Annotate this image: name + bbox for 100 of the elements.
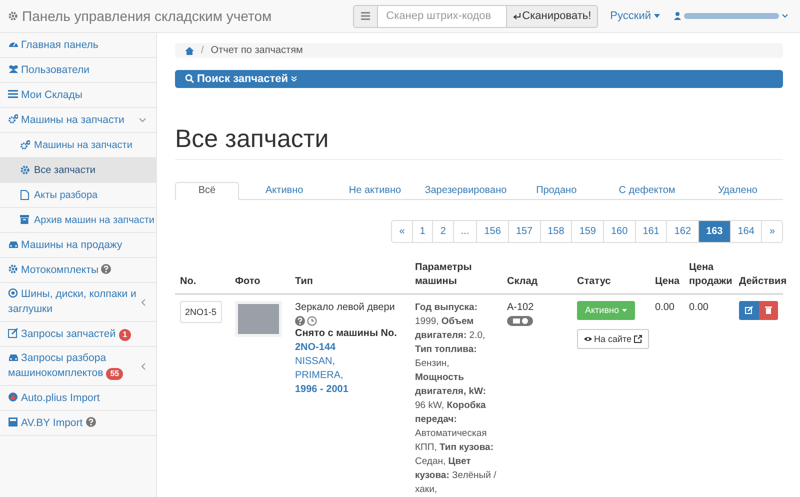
page-link[interactable]: » (761, 220, 783, 243)
edit-icon (744, 306, 753, 314)
status-dropdown[interactable]: Активно (577, 300, 635, 320)
external-link-icon (634, 334, 642, 343)
car-parameters: Год выпуска: 1999, Объем двигателя: 2.0, Тип топлива: Бензин, Мощность двигателя, kW: 96 kW, Коробка передач: Автоматическая КПП, Тип кузова: Седан, Цвет кузова: Зелёный / хаки, (415, 300, 497, 497)
delete-button[interactable] (758, 300, 778, 320)
sidebar-item[interactable]: Запросы запчастей 1 (0, 322, 156, 347)
breadcrumb-item: Отчет по запчастям (210, 44, 303, 58)
status-tab[interactable]: Зарезервировано (420, 182, 512, 199)
car-years: 1996 - 2001 (295, 382, 350, 397)
sidebar-item[interactable]: Машины на продажу (0, 233, 156, 258)
home-icon (185, 46, 194, 55)
status-tab[interactable]: Всё (175, 182, 239, 200)
status-tab[interactable]: Продано (511, 182, 602, 199)
status-tab[interactable]: Не активно (330, 182, 420, 199)
trash-icon (764, 306, 772, 314)
page-link[interactable]: 158 (540, 220, 572, 243)
page-link[interactable]: 160 (603, 220, 636, 243)
car-make: NISSAN, (295, 354, 336, 369)
caret-icon (622, 308, 627, 312)
status-tab[interactable]: С дефектом (602, 182, 692, 199)
part-number: 2NO1-5 (180, 300, 222, 323)
page-link[interactable]: « (391, 220, 413, 243)
search-icon (185, 74, 194, 84)
on-site-button[interactable]: На сайте (577, 328, 649, 349)
sidebar-item[interactable]: Главная панель (0, 33, 156, 58)
menu-icon (8, 288, 18, 298)
sidebar-subitem[interactable]: Акты разбора (0, 183, 156, 208)
removed-from-label: Снято с машины No. (295, 326, 398, 341)
photo-placeholder (235, 300, 282, 337)
caret-icon (654, 14, 660, 18)
breadcrumb-separator: / (201, 44, 204, 58)
user-icon (674, 12, 681, 20)
menu-icon (20, 190, 30, 200)
page-link[interactable]: 2 (432, 220, 454, 243)
page-link[interactable]: 162 (666, 220, 700, 243)
sidebar-item[interactable]: Auto.plius Import (0, 386, 156, 411)
column-header: Цена (654, 274, 681, 289)
column-header: Параметры машины (414, 260, 473, 289)
double-chevron-icon (291, 76, 298, 82)
enter-icon (513, 12, 522, 20)
language-dropdown[interactable]: Русский (610, 8, 660, 24)
status-tab[interactable]: Удалено (692, 182, 784, 199)
status-tab[interactable]: Активно (239, 182, 330, 199)
column-header: No. (179, 274, 198, 289)
price: 0.00 (655, 300, 676, 315)
page-link[interactable]: 163 (698, 220, 731, 243)
sidebar-item[interactable]: AV.BY Import (0, 411, 156, 436)
page-link[interactable]: 1 (412, 220, 434, 243)
column-header: Склад (506, 274, 539, 289)
search-panel-toggle[interactable]: Поиск запчастей (175, 70, 783, 88)
menu-icon (8, 114, 18, 124)
count-badge: 1 (118, 328, 132, 340)
warehouse-badge-icon (507, 316, 533, 326)
count-badge: 55 (106, 368, 124, 380)
menu-icon (8, 416, 18, 426)
gear-icon (8, 11, 18, 21)
car-number-link[interactable]: 2NO-144 (295, 340, 405, 355)
sidebar-subitem[interactable]: Архив машин на запчасти (0, 208, 156, 233)
menu-icon (8, 64, 18, 74)
warehouse-code: А-102 (507, 300, 535, 315)
sidebar-item[interactable]: Мотокомплекты (0, 258, 156, 283)
column-header: Цена продажи (688, 260, 734, 289)
chevron-down-icon (782, 14, 788, 18)
page-link[interactable]: 156 (476, 220, 509, 243)
menu-icon (8, 88, 18, 98)
column-header: Тип (294, 274, 314, 289)
page-heading: Все запчасти (175, 124, 783, 160)
menu-icon (8, 392, 18, 402)
page-link[interactable]: ... (452, 220, 478, 243)
user-dropdown[interactable] (674, 12, 788, 20)
sidebar-subitem[interactable]: Все запчасти (0, 158, 156, 183)
menu-icon (8, 328, 18, 338)
sidebar-item[interactable]: Пользователи (0, 58, 156, 83)
sidebar-item[interactable]: Машины на запчасти (0, 108, 156, 133)
column-header: Статус (576, 274, 612, 289)
sale-price: 0.00 (689, 300, 710, 315)
list-icon (361, 12, 370, 20)
part-type: Зеркало левой двери (295, 300, 396, 315)
sidebar-item[interactable]: Запросы разбора машинокомплектов 55 (0, 347, 156, 386)
car-model: PRIMERA, (295, 368, 344, 383)
page-link[interactable]: 161 (634, 220, 668, 243)
sidebar-item[interactable]: Мои Склады (0, 83, 156, 108)
help-icon (295, 316, 305, 326)
clock-icon (307, 316, 317, 326)
app-title[interactable]: Панель управления складским учетом (22, 6, 272, 26)
page-link[interactable]: 157 (508, 220, 541, 243)
menu-icon (20, 140, 30, 150)
sidebar-item[interactable]: Шины, диски, колпаки и заглушки (0, 283, 156, 322)
column-header: Фото (234, 274, 262, 289)
menu-icon (20, 215, 30, 225)
scan-button[interactable]: Сканировать! (506, 4, 598, 28)
menu-icon (8, 264, 18, 274)
eye-icon (584, 336, 592, 342)
page-link[interactable]: 159 (571, 220, 604, 243)
barcode-input[interactable]: Сканер штрих-кодов (378, 4, 506, 28)
page-link[interactable]: 164 (730, 220, 762, 243)
edit-button[interactable] (739, 300, 758, 320)
menu-icon (20, 165, 30, 175)
menu-icon (8, 352, 18, 362)
